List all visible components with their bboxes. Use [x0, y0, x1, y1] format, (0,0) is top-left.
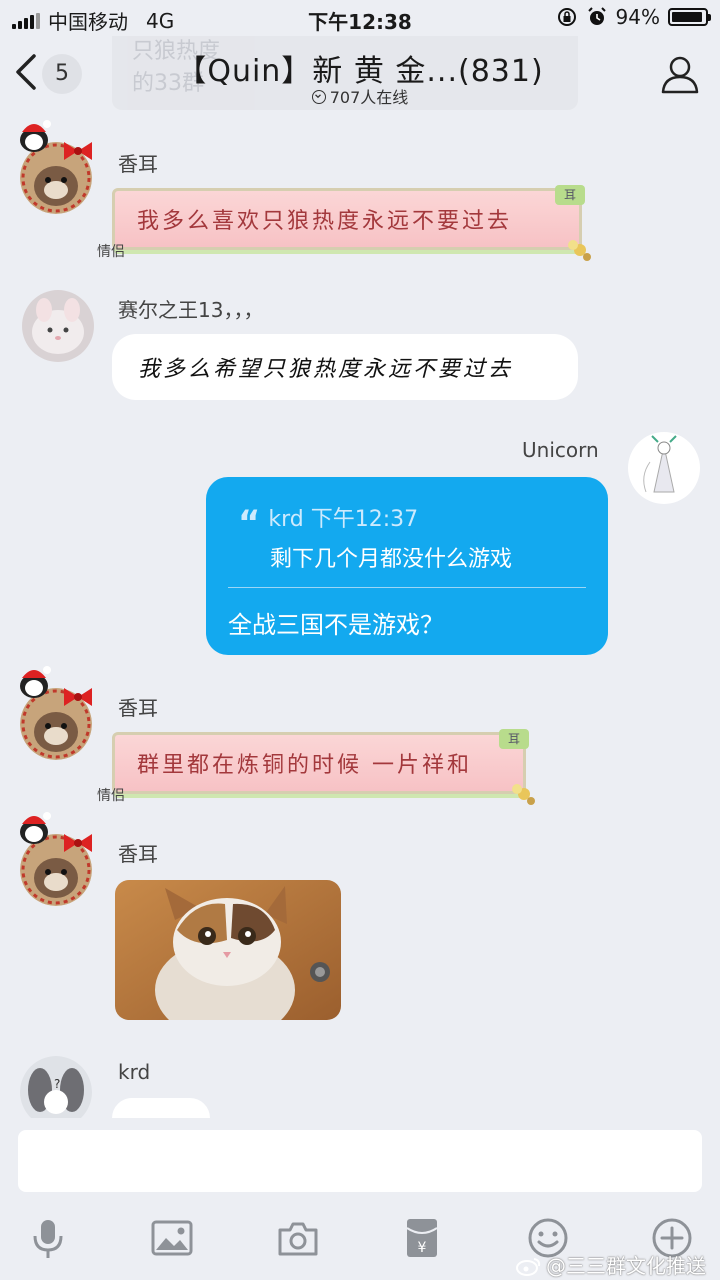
- quote-time: 下午12:37: [310, 507, 419, 532]
- sender-name: 香耳: [118, 842, 158, 866]
- avatar[interactable]: [22, 290, 94, 362]
- image-icon[interactable]: [150, 1216, 194, 1260]
- message-bubble[interactable]: 我多么希望只狼热度永远不要过去: [112, 334, 578, 400]
- group-members-icon[interactable]: [658, 52, 702, 96]
- bow-icon: [64, 142, 92, 160]
- quote-author: krd: [268, 507, 304, 532]
- message-input[interactable]: [18, 1130, 702, 1192]
- avatar[interactable]: ?: [20, 1056, 92, 1118]
- quote-mark-icon: “: [238, 503, 261, 543]
- quoted-message[interactable]: 剩下几个月都没什么游戏: [270, 541, 512, 573]
- penguin-hat-icon: [20, 120, 51, 152]
- sender-name: 香耳: [118, 696, 158, 720]
- chevron-down-icon: [311, 90, 326, 104]
- battery-percent: 94%: [615, 5, 660, 29]
- sender-name: Unicorn: [522, 438, 599, 462]
- bubble-tag: 情侣: [97, 244, 125, 260]
- chat-header: 只狼热度 的33群 5 【Quin】新 黄 金...(831) 707人在线: [0, 36, 720, 110]
- cat-photo[interactable]: [115, 880, 341, 1020]
- flower-decoration-icon: [568, 240, 591, 261]
- sender-name: 香耳: [118, 152, 158, 176]
- status-bar: 中国移动 4G 下午12:38 94%: [0, 0, 720, 36]
- avatar[interactable]: [628, 432, 700, 504]
- bubble-tag: 情侣: [97, 788, 125, 804]
- battery-icon: [668, 8, 711, 26]
- online-count[interactable]: 707人在线: [0, 84, 720, 108]
- microphone-icon[interactable]: [26, 1216, 70, 1260]
- message-text: 我多么喜欢只狼热度永远不要过去: [137, 209, 513, 234]
- message-text: 群里都在炼铜的时候 一片祥和: [137, 753, 472, 778]
- sender-name: krd: [118, 1060, 151, 1084]
- message-bubble[interactable]: 我多么喜欢只狼热度永远不要过去 耳 情侣: [97, 185, 591, 261]
- quote-divider: [228, 587, 586, 588]
- weibo-logo-icon: [516, 1258, 541, 1276]
- reply-bubble[interactable]: “ krd 下午12:37 剩下几个月都没什么游戏 全战三国不是游戏？: [206, 477, 608, 655]
- red-packet-symbol: ¥: [418, 1240, 427, 1256]
- watermark: @三三群文化推送: [516, 1250, 706, 1279]
- sender-name: 赛尔之王13，，，: [118, 298, 264, 322]
- message-bubble[interactable]: 群里都在炼铜的时候 一片祥和 耳 情侣: [97, 729, 535, 805]
- bow-icon: [64, 834, 92, 852]
- message-text: 全战三国不是游戏？: [228, 611, 444, 639]
- online-count-label: 707人在线: [329, 88, 409, 107]
- rotation-lock-icon: [557, 8, 576, 26]
- bow-icon: [64, 688, 92, 706]
- ear-badge: 耳: [555, 185, 585, 205]
- ear-badge: 耳: [499, 729, 529, 749]
- penguin-hat-icon: [20, 666, 51, 698]
- penguin-hat-icon: [20, 812, 51, 844]
- alarm-icon: [587, 7, 606, 25]
- quote-header: “ krd 下午12:37: [238, 501, 418, 543]
- message-bubble[interactable]: [112, 1098, 210, 1118]
- watermark-text: @三三群文化推送: [546, 1254, 706, 1278]
- red-packet-icon[interactable]: ¥: [400, 1216, 444, 1260]
- svg-text:?: ?: [54, 1077, 60, 1091]
- message-text: 我多么希望只狼热度永远不要过去: [138, 357, 514, 382]
- flower-decoration-icon: [512, 784, 535, 805]
- camera-icon[interactable]: [276, 1216, 320, 1260]
